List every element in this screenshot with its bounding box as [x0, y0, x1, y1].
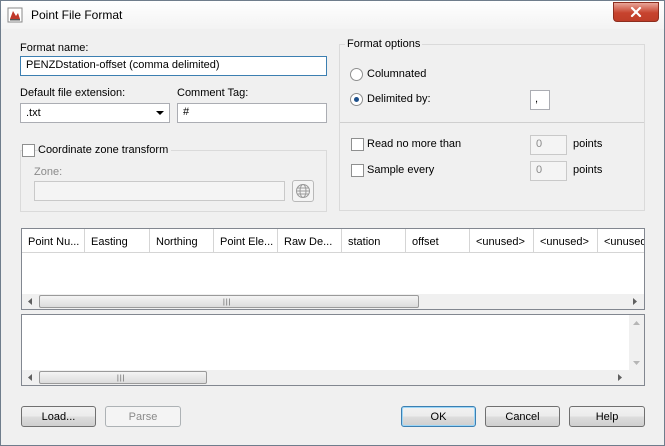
read-no-more-input[interactable]: 0: [530, 135, 567, 155]
format-name-input[interactable]: PENZDstation-offset (comma delimited): [20, 56, 327, 76]
chevron-right-icon: [632, 298, 637, 305]
globe-icon: [296, 184, 310, 198]
column-header[interactable]: Easting: [85, 229, 150, 253]
ok-button[interactable]: OK: [401, 406, 476, 427]
zone-label: Zone:: [34, 166, 63, 178]
title-bar[interactable]: Point File Format: [1, 1, 664, 29]
column-header[interactable]: <unused: [598, 229, 644, 253]
column-header[interactable]: Raw De...: [278, 229, 342, 253]
help-button[interactable]: Help: [569, 406, 645, 427]
columnated-label: Columnated: [367, 68, 427, 80]
chevron-down-icon: [156, 111, 164, 115]
column-header[interactable]: <unused>: [470, 229, 534, 253]
grid-horizontal-scrollbar[interactable]: |||: [22, 294, 644, 309]
coordinate-zone-checkbox[interactable]: [22, 144, 35, 157]
load-button[interactable]: Load...: [21, 406, 96, 427]
column-header-row: Point Nu... Easting Northing Point Ele..…: [22, 229, 644, 253]
zone-picker-button[interactable]: [292, 180, 314, 202]
column-header[interactable]: <unused>: [534, 229, 598, 253]
window-title: Point File Format: [31, 8, 123, 22]
chevron-right-icon: [617, 374, 622, 381]
columnated-radio[interactable]: [350, 68, 363, 81]
column-header[interactable]: station: [342, 229, 406, 253]
zone-input[interactable]: [34, 181, 285, 201]
preview-vertical-scrollbar[interactable]: [629, 315, 644, 370]
close-button[interactable]: [613, 2, 659, 22]
scroll-right-button[interactable]: [612, 370, 627, 385]
delimiter-input[interactable]: ,: [530, 90, 550, 110]
comment-tag-label: Comment Tag:: [177, 87, 249, 99]
format-options-legend: Format options: [345, 38, 423, 50]
coordinate-zone-label: Coordinate zone transform: [38, 144, 172, 156]
comment-tag-input[interactable]: #: [177, 103, 327, 123]
scroll-left-button[interactable]: [22, 370, 37, 385]
column-header[interactable]: Point Nu...: [22, 229, 85, 253]
format-name-label: Format name:: [20, 42, 89, 54]
column-header[interactable]: offset: [406, 229, 470, 253]
app-icon: [7, 7, 23, 23]
preview-horizontal-scrollbar[interactable]: |||: [22, 370, 644, 385]
delimited-label: Delimited by:: [367, 93, 431, 105]
chevron-left-icon: [27, 374, 32, 381]
chevron-up-icon: [633, 320, 640, 325]
default-ext-label: Default file extension:: [20, 87, 126, 99]
column-header[interactable]: Point Ele...: [214, 229, 278, 253]
point-file-format-dialog: Point File Format Format name: PENZDstat…: [0, 0, 665, 446]
scroll-thumb[interactable]: |||: [39, 295, 419, 308]
column-header[interactable]: Northing: [150, 229, 214, 253]
read-no-more-checkbox[interactable]: [351, 138, 364, 151]
scroll-down-button[interactable]: [629, 355, 644, 370]
scroll-grip: |||: [223, 299, 232, 306]
format-options-divider: [340, 122, 644, 123]
sample-every-unit: points: [573, 164, 603, 176]
column-grid: Point Nu... Easting Northing Point Ele..…: [21, 228, 645, 310]
parse-button[interactable]: Parse: [105, 406, 181, 427]
scroll-left-button[interactable]: [22, 294, 37, 309]
read-no-more-unit: points: [573, 138, 603, 150]
sample-every-label: Sample every: [367, 164, 435, 176]
scroll-right-button[interactable]: [627, 294, 642, 309]
chevron-down-icon: [633, 360, 640, 365]
read-no-more-label: Read no more than: [367, 138, 462, 150]
delimited-radio[interactable]: [350, 93, 363, 106]
sample-every-input[interactable]: 0: [530, 161, 567, 181]
default-ext-value: .txt: [26, 107, 41, 119]
chevron-left-icon: [27, 298, 32, 305]
scroll-grip: |||: [117, 375, 126, 382]
scroll-up-button[interactable]: [629, 315, 644, 330]
preview-area[interactable]: |||: [21, 314, 645, 386]
default-ext-combo[interactable]: .txt: [20, 103, 170, 123]
sample-every-checkbox[interactable]: [351, 164, 364, 177]
scroll-thumb[interactable]: |||: [39, 371, 207, 384]
close-icon: [630, 6, 642, 18]
cancel-button[interactable]: Cancel: [485, 406, 560, 427]
